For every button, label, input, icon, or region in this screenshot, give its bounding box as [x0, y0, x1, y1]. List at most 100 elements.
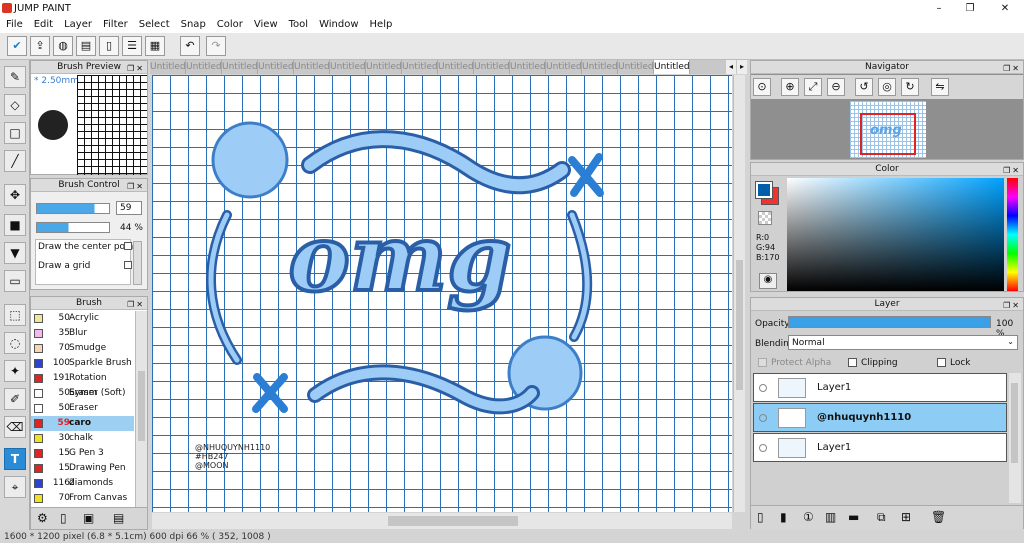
- message-icon[interactable]: ▤: [76, 36, 96, 56]
- hue-slider[interactable]: [1007, 178, 1018, 291]
- panel-float-close-icon[interactable]: ❐✕: [1003, 164, 1021, 177]
- tab-untitled-14[interactable]: Untitled: [618, 60, 654, 74]
- visibility-icon[interactable]: [759, 444, 767, 452]
- canvas-horizontal-scrollbar[interactable]: [152, 513, 732, 529]
- lock-checkbox[interactable]: [937, 358, 946, 367]
- menu-view[interactable]: View: [248, 17, 283, 33]
- visibility-icon[interactable]: [759, 414, 767, 422]
- shape-tool-icon[interactable]: □: [4, 122, 26, 144]
- fill-rect-tool-icon[interactable]: ■: [4, 214, 26, 236]
- maximize-icon[interactable]: ❐: [955, 1, 985, 16]
- brush-list-scrollbar[interactable]: [135, 311, 147, 507]
- brush-item-caro[interactable]: 59 caro: [31, 416, 134, 431]
- brush-item-acrylic[interactable]: 50 Acrylic: [31, 311, 134, 326]
- tab-untitled-5[interactable]: Untitled: [294, 60, 330, 74]
- tab-untitled-10[interactable]: Untitled: [474, 60, 510, 74]
- menu-filter[interactable]: Filter: [97, 17, 133, 33]
- new-brush-icon[interactable]: ▯: [60, 511, 67, 525]
- panel-float-close-icon[interactable]: ❐✕: [127, 180, 145, 193]
- menu-layer[interactable]: Layer: [58, 17, 97, 33]
- tab-untitled-12[interactable]: Untitled: [546, 60, 582, 74]
- comment-icon[interactable]: ◍: [53, 36, 73, 56]
- brush-item-blur[interactable]: 35 Blur: [31, 326, 134, 341]
- line-tool-icon[interactable]: ╱: [4, 150, 26, 172]
- text-tool-icon[interactable]: T: [4, 448, 26, 470]
- menu-color[interactable]: Color: [211, 17, 248, 33]
- undo-icon[interactable]: ↶: [180, 36, 200, 56]
- brush-settings-icon[interactable]: ⚙: [37, 511, 48, 525]
- layer-scrollbar[interactable]: [1009, 373, 1021, 503]
- gradient-tool-icon[interactable]: ▭: [4, 270, 26, 292]
- brush-item-g-pen-3[interactable]: 15 G Pen 3: [31, 446, 134, 461]
- tab-untitled-2[interactable]: Untitled: [186, 60, 222, 74]
- panel-float-close-icon[interactable]: ❐✕: [127, 298, 145, 311]
- grid-settings-icon[interactable]: ▦: [145, 36, 165, 56]
- brush-item-sparkle-brush[interactable]: 100 Sparkle Brush: [31, 356, 134, 371]
- page-icon[interactable]: ▯: [99, 36, 119, 56]
- visibility-icon[interactable]: [759, 384, 767, 392]
- select-rect-icon[interactable]: ⬚: [4, 304, 26, 326]
- menu-snap[interactable]: Snap: [175, 17, 211, 33]
- duplicate-layer-icon[interactable]: ⧉: [877, 510, 886, 525]
- tab-scroll-right-icon[interactable]: ▸: [737, 60, 747, 74]
- zoom-in-icon[interactable]: ⊕: [781, 78, 799, 96]
- close-icon[interactable]: ✕: [990, 1, 1020, 16]
- eyedropper-icon[interactable]: ⌖: [4, 476, 26, 498]
- brush-item-from-canvas[interactable]: 70 From Canvas: [31, 491, 134, 506]
- new-layer-icon[interactable]: ▯: [757, 510, 764, 524]
- folder-icon[interactable]: ▬: [848, 510, 859, 524]
- flip-icon[interactable]: ⇋: [931, 78, 949, 96]
- delete-brush-icon[interactable]: ▤: [113, 511, 124, 525]
- magic-wand-icon[interactable]: ✦: [4, 360, 26, 382]
- panel-float-close-icon[interactable]: ❐✕: [1003, 299, 1021, 312]
- brush-item-smudge[interactable]: 70 Smudge: [31, 341, 134, 356]
- panel-float-close-icon[interactable]: ❐✕: [1003, 62, 1021, 75]
- new-layer-copy-icon[interactable]: ▮: [780, 510, 787, 524]
- share-icon[interactable]: ⇪: [30, 36, 50, 56]
- select-eraser-icon[interactable]: ⌫: [4, 416, 26, 438]
- layer-1-icon[interactable]: ①: [803, 510, 814, 524]
- redo-icon[interactable]: ↷: [206, 36, 226, 56]
- rotate-reset-icon[interactable]: ◎: [878, 78, 896, 96]
- brush-opacity-slider[interactable]: [36, 222, 110, 233]
- drawing-canvas[interactable]: omg @NHUQUYNH1110 #HB247 @MOON: [152, 75, 732, 512]
- tab-untitled-4[interactable]: Untitled: [258, 60, 294, 74]
- canvas-vertical-scrollbar[interactable]: [733, 75, 745, 512]
- brush-item-eraser-soft-[interactable]: 50 Eraser (Soft): [31, 386, 134, 401]
- fit-window-icon[interactable]: ⤢: [804, 78, 822, 96]
- menu-tool[interactable]: Tool: [283, 17, 313, 33]
- brush-size-field[interactable]: 59: [116, 201, 142, 215]
- zoom-out-icon[interactable]: ⊖: [827, 78, 845, 96]
- delete-layer-icon[interactable]: 🗑: [931, 510, 946, 524]
- minimize-icon[interactable]: –: [924, 1, 954, 16]
- layer-opacity-slider[interactable]: [788, 316, 991, 328]
- menu-window[interactable]: Window: [313, 17, 363, 33]
- zoom-actual-icon[interactable]: ⊙: [753, 78, 771, 96]
- blending-select[interactable]: Normal ⌄: [788, 335, 1018, 350]
- menu-help[interactable]: Help: [364, 17, 398, 33]
- tab-untitled-11[interactable]: Untitled: [510, 60, 546, 74]
- option-center-point-checkbox[interactable]: [124, 242, 132, 250]
- layer-row-2[interactable]: @nhuquynh1110: [753, 403, 1007, 432]
- tab-untitled-13[interactable]: Untitled: [582, 60, 618, 74]
- lasso-icon[interactable]: ◌: [4, 332, 26, 354]
- tab-untitled-3[interactable]: Untitled: [222, 60, 258, 74]
- tab-scroll-left-icon[interactable]: ◂: [726, 60, 736, 74]
- transparent-color-icon[interactable]: [758, 211, 772, 225]
- tab-untitled-6[interactable]: Untitled: [330, 60, 366, 74]
- tab-untitled-1[interactable]: Untitled: [150, 60, 186, 74]
- clipping-checkbox[interactable]: [848, 358, 857, 367]
- rotate-right-icon[interactable]: ↻: [901, 78, 919, 96]
- tab-untitled-15[interactable]: Untitled: [654, 60, 690, 74]
- brush-item-rotation-symm[interactable]: 191 Rotation Symm: [31, 371, 134, 398]
- eraser-tool-icon[interactable]: ◇: [4, 94, 26, 116]
- brush-item-chalk[interactable]: 30 chalk: [31, 431, 134, 446]
- brush-menu-icon[interactable]: ▣: [83, 511, 94, 525]
- tab-untitled-8[interactable]: Untitled: [402, 60, 438, 74]
- brush-item-eraser[interactable]: 50 Eraser: [31, 401, 134, 416]
- brush-size-slider[interactable]: [36, 203, 110, 214]
- merge-layer-icon[interactable]: ⊞: [901, 510, 911, 524]
- menu-select[interactable]: Select: [133, 17, 175, 33]
- brush-control-scrollbar[interactable]: [133, 241, 142, 285]
- move-tool-icon[interactable]: ✥: [4, 184, 26, 206]
